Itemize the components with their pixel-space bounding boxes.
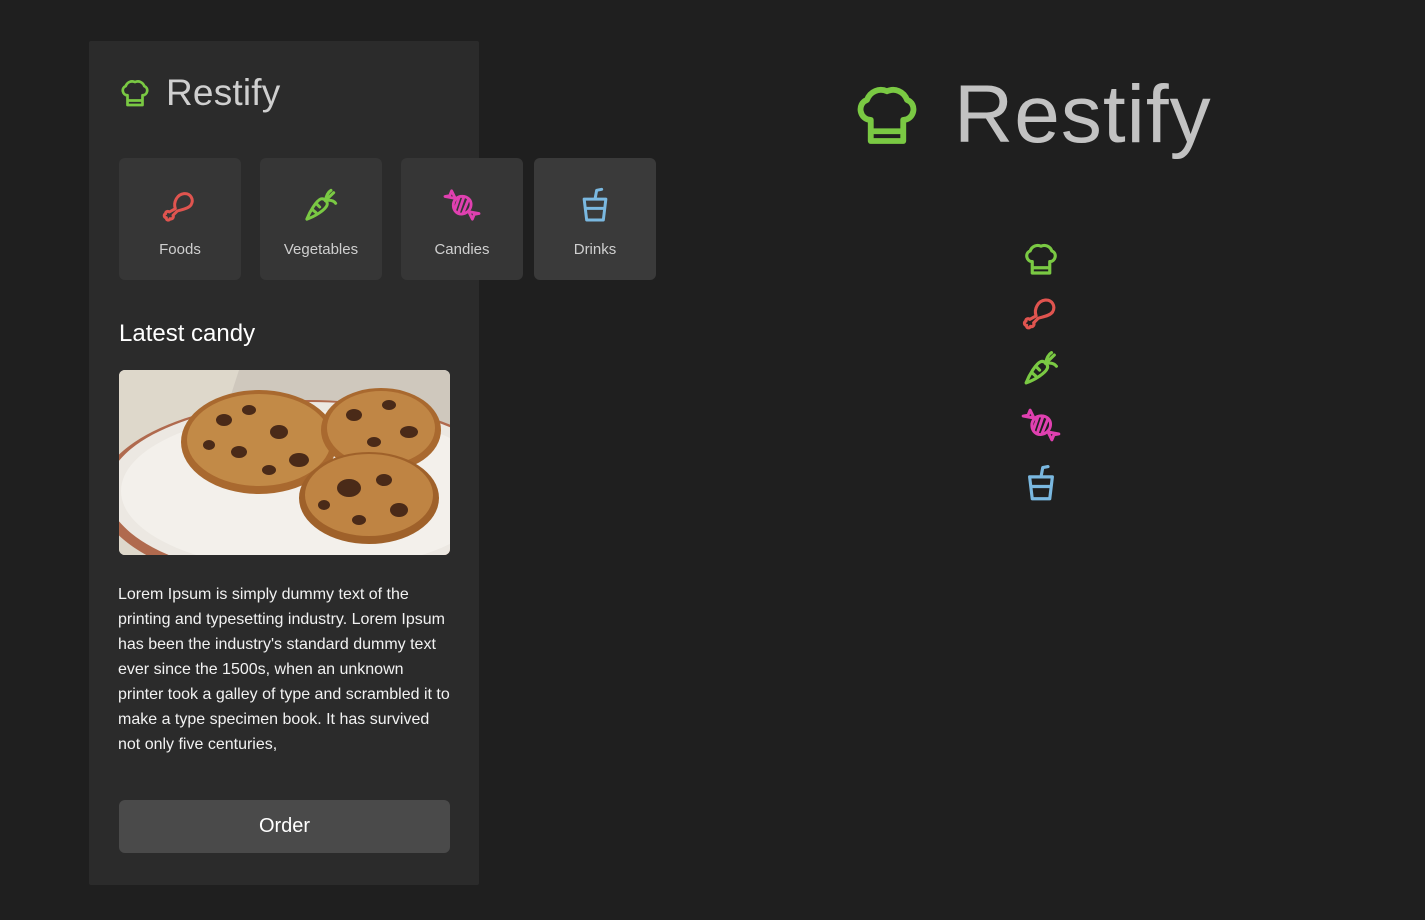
candy-icon <box>442 185 482 225</box>
chef-hat-icon <box>1020 238 1062 280</box>
drumstick-icon <box>1020 291 1062 333</box>
category-foods[interactable]: Foods <box>119 158 241 280</box>
showcase-logo: Restify <box>848 60 1212 170</box>
candy-icon <box>1020 404 1062 446</box>
category-label: Candies <box>434 241 490 258</box>
section-title: Latest candy <box>119 320 256 347</box>
chef-hat-icon <box>848 76 926 154</box>
showcase-logo-text: Restify <box>954 69 1212 160</box>
chef-hat-icon <box>117 75 153 111</box>
carrot-icon <box>301 185 341 225</box>
order-button[interactable]: Order <box>119 800 450 853</box>
category-drinks[interactable]: Drinks <box>534 158 656 280</box>
category-label: Foods <box>159 241 201 258</box>
carrot-icon <box>1020 347 1062 389</box>
cup-icon <box>575 185 615 225</box>
category-vegetables[interactable]: Vegetables <box>260 158 382 280</box>
drumstick-icon <box>160 185 200 225</box>
category-label: Vegetables <box>283 241 359 258</box>
candy-description: Lorem Ipsum is simply dummy text of the … <box>118 586 450 753</box>
cookies-image <box>119 370 450 555</box>
brand-header: Restify <box>117 70 280 116</box>
brand-name: Restify <box>166 72 281 113</box>
cup-icon <box>1020 462 1062 504</box>
category-candies[interactable]: Candies <box>401 158 523 280</box>
category-label: Drinks <box>573 241 617 258</box>
